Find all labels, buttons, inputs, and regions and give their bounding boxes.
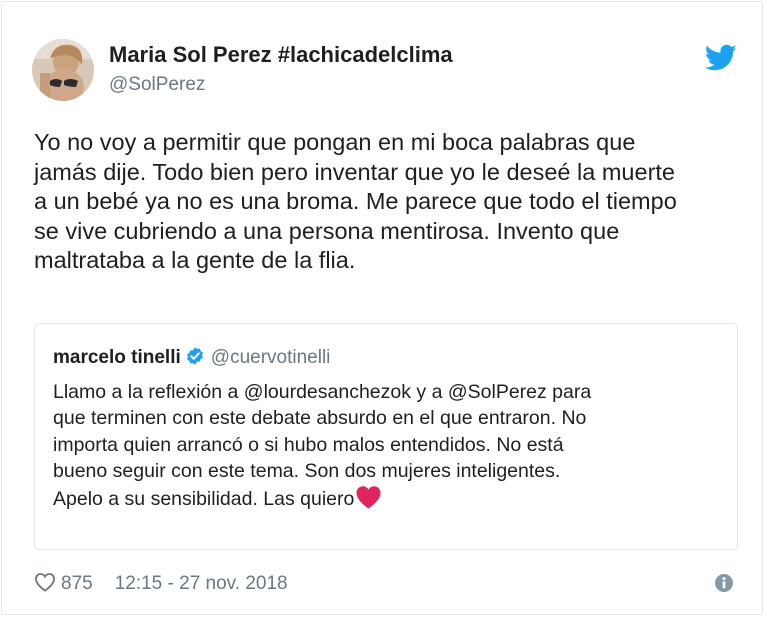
- avatar-photo: [32, 39, 94, 101]
- tweet-footer: 875 12:15 - 27 nov. 2018: [34, 572, 288, 596]
- quoted-tweet[interactable]: marcelo tinelli @cuervotinelli Llamo a la…: [34, 323, 738, 550]
- tweet-card: Maria Sol Perez #lachicadelclima @SolPer…: [1, 1, 763, 615]
- author-name[interactable]: Maria Sol Perez #lachicadelclima: [109, 42, 453, 68]
- quoted-tweet-text: Llamo a la reflexión a @lourdesanchezok …: [53, 381, 592, 510]
- quoted-tweet-text-block: Llamo a la reflexión a @lourdesanchezok …: [53, 379, 723, 512]
- avatar[interactable]: [32, 39, 94, 101]
- verified-badge-icon: [186, 347, 203, 365]
- tweet-text: Yo no voy a permitir que pongan en mi bo…: [34, 129, 677, 274]
- like-count[interactable]: 875: [61, 573, 93, 595]
- twitter-bird-icon[interactable]: [705, 44, 737, 72]
- heart-outline-icon[interactable]: [34, 572, 56, 592]
- red-heart-emoji: [356, 485, 381, 509]
- quoted-tweet-header: marcelo tinelli @cuervotinelli: [53, 346, 330, 369]
- quoted-author-handle[interactable]: @cuervotinelli: [211, 347, 331, 368]
- tweet-timestamp[interactable]: 12:15 - 27 nov. 2018: [115, 573, 288, 594]
- info-icon[interactable]: [714, 573, 734, 593]
- author-handle[interactable]: @SolPerez: [109, 74, 205, 96]
- quoted-author-name[interactable]: marcelo tinelli: [53, 347, 181, 368]
